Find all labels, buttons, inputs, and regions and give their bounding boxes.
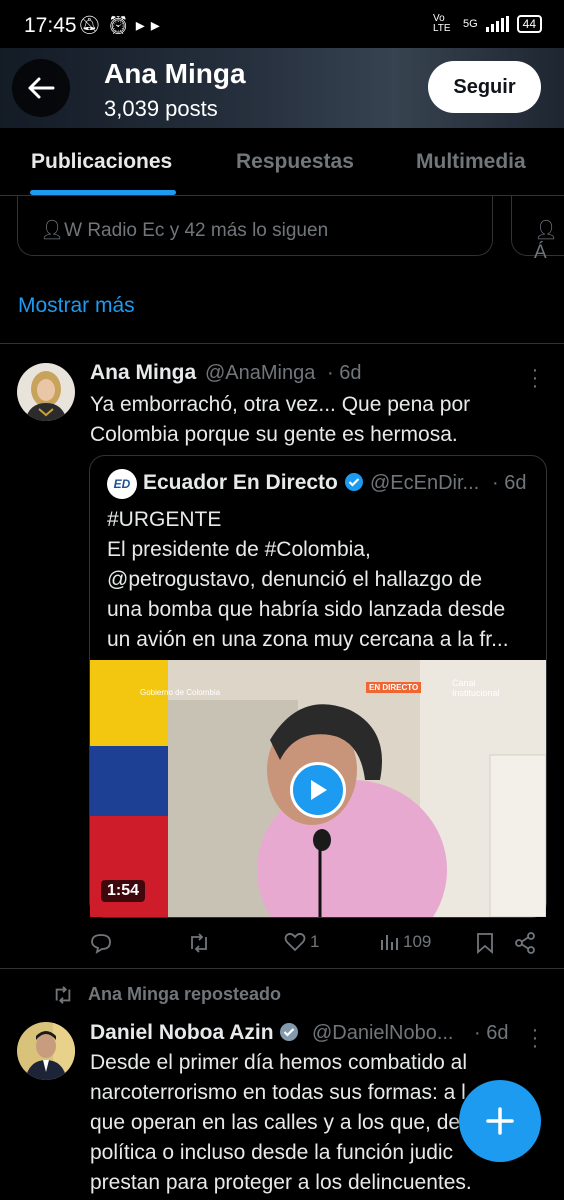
tab-multimedia[interactable]: Multimedia (416, 150, 526, 174)
avatar[interactable] (17, 1022, 75, 1080)
back-button[interactable] (12, 59, 70, 117)
video-overlay-gov: Gobierno de Colombia (140, 688, 221, 697)
play-store-icon: ▸ (150, 15, 166, 35)
quoted-avatar[interactable]: ED (107, 469, 137, 499)
repost-icon (55, 985, 71, 1004)
battery-icon: 44 (516, 15, 542, 33)
tweet-time: · 6d (327, 362, 362, 384)
tweet-text-line: Ya emborrachó, otra vez... Que pena por (90, 393, 471, 416)
tab-respuestas[interactable]: Respuestas (236, 150, 354, 174)
person-icon: 👤︎ (534, 220, 559, 241)
play-button[interactable] (290, 762, 346, 818)
quoted-time: · 6d (492, 472, 527, 494)
mute-bell-icon: 🔕︎ (78, 15, 107, 35)
bookmark-button[interactable] (476, 932, 494, 954)
video-overlay-live-badge: EN DIRECTO (366, 682, 422, 693)
signal-icon (485, 16, 509, 32)
tweet-actions: 1 109 (0, 932, 564, 956)
like-count: 1 (310, 932, 320, 951)
avatar-image (17, 363, 75, 421)
alarm-icon: ⏰︎ (106, 15, 136, 35)
volte-label: Vo LTE (432, 13, 451, 34)
tweet-time: · 6d (474, 1022, 509, 1044)
view-count: 109 (403, 932, 432, 951)
quoted-author-name: Ecuador En Directo (143, 471, 364, 495)
compose-button[interactable] (459, 1080, 541, 1162)
plus-icon (486, 1107, 514, 1135)
active-tab-indicator (30, 190, 176, 195)
repost-indicator[interactable]: Ana Minga reposteado (52, 984, 281, 1005)
network-gen-label: 5G (462, 18, 478, 30)
follow-button[interactable]: Seguir (428, 61, 541, 113)
heart-icon (284, 932, 306, 952)
more-options-icon[interactable]: · · · (524, 360, 546, 396)
repost-icon (191, 933, 207, 953)
suggestion-followers-text: 👤︎Á (534, 220, 559, 263)
profile-name: Ana Minga (104, 58, 246, 89)
divider (0, 343, 564, 344)
share-button[interactable] (514, 932, 536, 954)
arrow-left-icon (28, 77, 55, 99)
verified-badge-icon (280, 1023, 299, 1041)
tweet-author-handle[interactable]: @DanielNobo... (312, 1022, 453, 1045)
play-store-icon: ▸ (135, 15, 151, 35)
avatar-image (17, 1022, 75, 1080)
bookmark-icon (477, 933, 493, 954)
status-right-icons: Vo LTE 5G 44 (433, 14, 542, 34)
tweet-author-handle[interactable]: @AnaMinga (205, 362, 315, 385)
ed-logo-icon: ED (113, 477, 131, 491)
video-duration: 1:54 (101, 880, 146, 902)
profile-post-count: 3,039 posts (104, 96, 218, 121)
divider (0, 968, 564, 969)
views-button[interactable]: 109 (379, 932, 431, 952)
analytics-icon (381, 935, 398, 950)
share-icon (515, 932, 535, 954)
tweet-author-name[interactable]: Daniel Noboa Azin (90, 1021, 299, 1045)
like-button[interactable]: 1 (284, 932, 319, 952)
verified-badge-icon (344, 473, 363, 491)
video-overlay-channel: Canal Institucional (452, 678, 500, 698)
quoted-text: #URGENTE El presidente de #Colombia, @pe… (107, 508, 509, 651)
tweet-author-name[interactable]: Ana Minga (90, 361, 196, 385)
reply-button[interactable] (90, 932, 112, 954)
suggestion-followers-text: 👤︎W Radio Ec y 42 más lo siguen (40, 220, 329, 241)
reply-icon (91, 934, 111, 954)
quoted-author-handle: @EcEnDir... (370, 472, 480, 494)
status-notification-icons: 🔕︎⏰︎▸▸ (78, 15, 166, 36)
tweet-text-line: Colombia porque su gente es hermosa. (90, 423, 458, 446)
more-options-icon[interactable]: · · · (524, 1020, 546, 1056)
avatar[interactable] (17, 363, 75, 421)
status-time: 17:45 (24, 14, 77, 37)
repost-button[interactable] (187, 932, 211, 954)
person-icon: 👤︎ (40, 220, 65, 241)
show-more-link[interactable]: Mostrar más (18, 294, 135, 318)
play-icon (311, 780, 327, 800)
tab-publicaciones[interactable]: Publicaciones (31, 150, 172, 174)
